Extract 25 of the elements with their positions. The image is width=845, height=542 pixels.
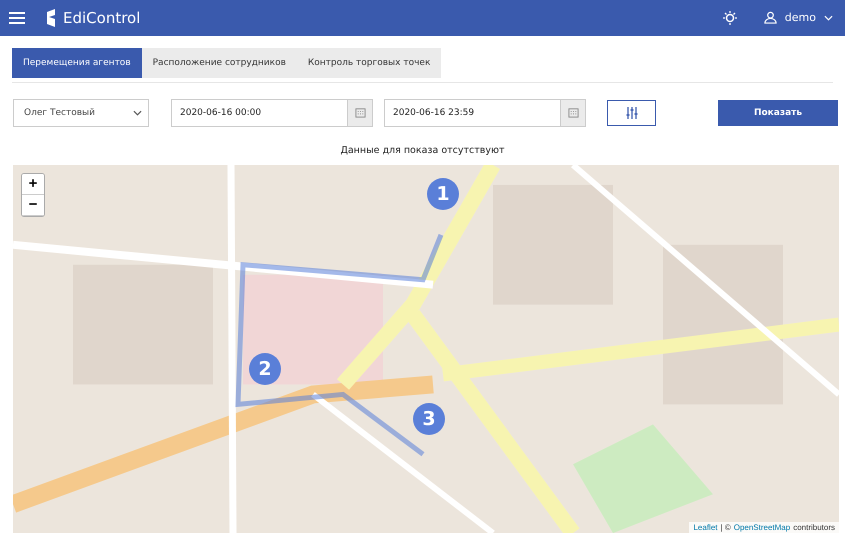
- leaflet-link[interactable]: Leaflet: [693, 523, 718, 532]
- brand-name: EdiControl: [63, 8, 140, 27]
- logo-icon: [45, 8, 57, 27]
- tab[interactable]: Расположение сотрудников: [142, 48, 297, 78]
- chevron-down-icon[interactable]: [824, 14, 833, 21]
- empty-message: Данные для показа отсутствуют: [339, 144, 506, 156]
- calendar-icon[interactable]: [568, 107, 578, 118]
- tab[interactable]: Перемещения агентов: [12, 48, 142, 78]
- date-to-field[interactable]: 2020-06-16 23:59: [384, 98, 586, 127]
- user-name[interactable]: demo: [784, 11, 816, 24]
- date-from-field[interactable]: 2020-06-16 00:00: [171, 98, 373, 127]
- tab[interactable]: Контроль торговых точек: [296, 48, 442, 78]
- chevron-down-icon: [133, 110, 142, 116]
- openstreetmap-link[interactable]: OpenStreetMap: [734, 523, 790, 532]
- attribution-separator: | ©: [720, 523, 731, 532]
- agent-select[interactable]: Олег Тестовый: [13, 98, 149, 127]
- attribution-suffix: contributors: [793, 523, 835, 532]
- zoom-out-button[interactable]: −: [22, 194, 44, 216]
- menu-icon[interactable]: [9, 12, 25, 24]
- calendar-icon[interactable]: [354, 107, 366, 118]
- zoom-in-button[interactable]: +: [22, 174, 44, 195]
- filter-settings-button[interactable]: [607, 100, 656, 126]
- user-icon[interactable]: [764, 11, 777, 24]
- show-button[interactable]: Показать: [718, 100, 838, 126]
- sliders-icon: [624, 106, 638, 120]
